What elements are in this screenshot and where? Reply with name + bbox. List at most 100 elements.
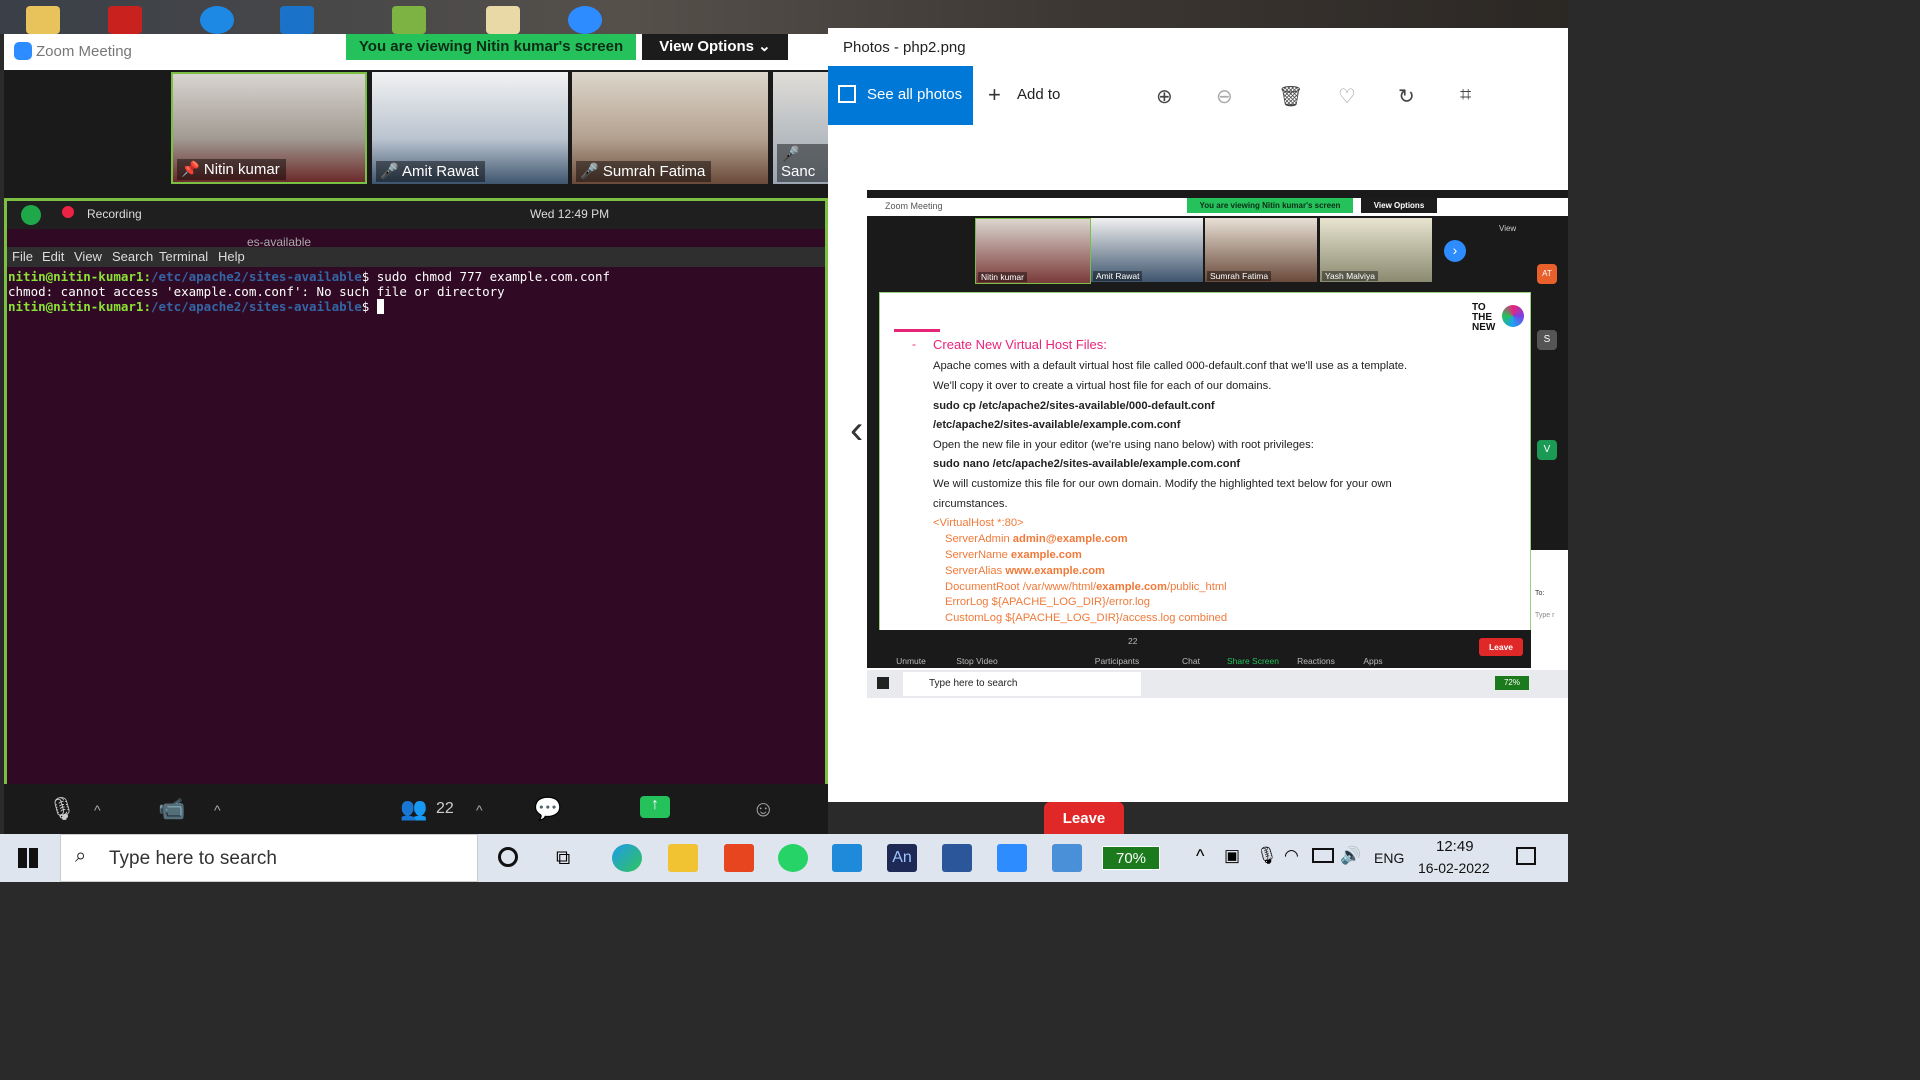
clock-time[interactable]: 12:49 [1436,838,1474,855]
participant-tile[interactable]: 🎤 Sanc [773,72,828,184]
config-line: ServerName example.com [945,549,1082,561]
taskbar-search-placeholder: Type here to search [109,848,277,869]
bullet-dash: - [912,337,916,351]
inner-side-panel: To: Type r [1531,550,1568,668]
inner-participant-tile: Amit Rawat [1091,218,1203,282]
reactions-icon[interactable]: ☺ [752,796,774,822]
rotate-icon[interactable]: ↻ [1398,84,1415,109]
battery-icon[interactable] [1312,848,1334,863]
clock-date[interactable]: 16-02-2022 [1418,860,1490,876]
wifi-icon[interactable]: ◠ [1284,846,1299,866]
animate-app-icon[interactable]: An [887,844,917,872]
office-icon[interactable] [724,844,754,872]
displayed-photo: Zoom Meeting You are viewing Nitin kumar… [867,190,1568,698]
language-indicator[interactable]: ENG [1374,850,1404,866]
menu-view[interactable]: View [74,249,102,264]
microphone-icon[interactable]: 🎙 [1256,846,1278,866]
plus-icon[interactable]: + [988,82,1001,108]
vhost-open-tag: <VirtualHost *:80> [933,517,1024,529]
inner-leave-button: Leave [1479,638,1523,656]
inner-windows-taskbar: Type here to search 72% [867,670,1568,698]
participant-name: 🎤 Sumrah Fatima [576,161,712,182]
ubuntu-clock: Wed 12:49 PM [530,207,610,221]
zoom-out-icon[interactable]: ⊖ [1216,84,1233,109]
menu-terminal[interactable]: Terminal [159,249,208,264]
view-options-label: View Options [659,38,754,55]
whatsapp-icon[interactable] [778,844,808,872]
delete-icon[interactable]: 🗑 [1278,84,1303,109]
inner-search-placeholder: Type here to search [929,678,1018,689]
chevron-down-icon: ⌄ [758,38,771,55]
add-to-button[interactable]: Add to [1017,86,1060,103]
chevron-up-icon[interactable]: ^ [476,802,483,818]
volume-icon[interactable]: 🔊 [1340,846,1361,866]
pdf-app-icon[interactable] [108,6,142,34]
inner-windows-icon [877,677,889,689]
menu-edit[interactable]: Edit [42,249,64,264]
config-line: ServerAlias www.example.com [945,565,1105,577]
photos-taskbar-icon[interactable] [1052,844,1082,872]
slide-command: sudo cp /etc/apache2/sites-available/000… [933,400,1215,412]
inner-toolbar-label: Reactions [1297,656,1335,666]
taskbar-search-box[interactable]: ⌕ Type here to search [60,834,478,882]
see-all-photos-label: See all photos [867,86,963,103]
favorite-heart-icon[interactable]: ♡ [1338,84,1356,109]
file-shortcut-icon[interactable] [486,6,520,34]
view-options-button[interactable]: View Options ⌄ [642,34,788,60]
inner-participant-tile: Yash Malviya [1320,218,1432,282]
menu-search[interactable]: Search [112,249,153,264]
meet-now-icon[interactable]: ▣ [1224,846,1240,866]
inner-toolbar-label: Apps [1363,656,1383,666]
chevron-up-icon[interactable]: ^ [94,802,101,818]
accent-bar [894,329,940,332]
previous-photo-arrow-icon[interactable]: ‹ [850,408,863,453]
to-the-new-logo: TO THE NEW [1472,302,1496,333]
menu-help[interactable]: Help [218,249,245,264]
share-screen-icon[interactable]: ↑ [640,796,670,818]
inner-toolbar-label: Chat [1182,656,1200,666]
video-camera-icon[interactable]: 📹 [158,796,185,822]
chat-icon[interactable]: 💬 [534,796,561,822]
shield-check-icon [21,205,41,225]
zoom-in-icon[interactable]: ⊕ [1156,84,1173,109]
slide-line: We will customize this file for our own … [933,478,1392,490]
zoom-taskbar-icon[interactable] [997,844,1027,872]
vscode-desktop-icon[interactable] [280,6,314,34]
windows-start-icon[interactable] [18,848,38,868]
terminal-line: nitin@nitin-kumar1:/etc/apache2/sites-av… [8,299,825,314]
zoom-desktop-icon[interactable] [568,6,602,34]
zoom-logo-icon [14,42,32,60]
inner-toolbar-label: Stop Video [956,656,998,666]
vscode-icon[interactable] [832,844,862,872]
app-shortcut-icon[interactable] [392,6,426,34]
shared-screen: Recording Wed 12:49 PM es-available File… [4,198,828,792]
cortana-icon[interactable] [498,847,518,867]
file-explorer-icon[interactable] [668,844,698,872]
inner-side-badge: V [1537,440,1557,460]
muted-mic-icon[interactable]: 🎙 [48,796,76,822]
terminal-menu-bar: File Edit View Search Terminal Help [7,247,825,267]
brand-logo-icon [1502,305,1524,327]
participant-tile[interactable]: 🎤 Amit Rawat [372,72,568,184]
participant-name: 🎤 Sanc [777,144,828,182]
teamviewer-icon[interactable] [200,6,234,34]
participant-tile[interactable]: 🎤 Sumrah Fatima [572,72,768,184]
see-all-photos-button[interactable]: See all photos [828,66,973,125]
participant-tile[interactable]: 📌 Nitin kumar [171,72,367,184]
inner-viewing-banner: You are viewing Nitin kumar's screen [1187,198,1353,213]
notifications-icon[interactable] [1516,847,1536,865]
task-view-icon[interactable]: ⧉ [556,847,570,870]
slide-line: We'll copy it over to create a virtual h… [933,380,1272,392]
folder-icon[interactable] [26,6,60,34]
slide-line: circumstances. [933,498,1008,510]
edge-browser-icon[interactable] [612,844,642,872]
chevron-up-icon[interactable]: ^ [1196,846,1204,867]
leave-button[interactable]: Leave [1044,802,1124,834]
menu-file[interactable]: File [12,249,33,264]
chevron-up-icon[interactable]: ^ [214,802,221,818]
word-icon[interactable] [942,844,972,872]
participant-name: 🎤 Amit Rawat [376,161,485,182]
crop-icon[interactable]: ⌗ [1460,84,1471,107]
terminal-output[interactable]: nitin@nitin-kumar1:/etc/apache2/sites-av… [7,267,825,789]
participants-icon[interactable]: 👥 [400,796,427,822]
